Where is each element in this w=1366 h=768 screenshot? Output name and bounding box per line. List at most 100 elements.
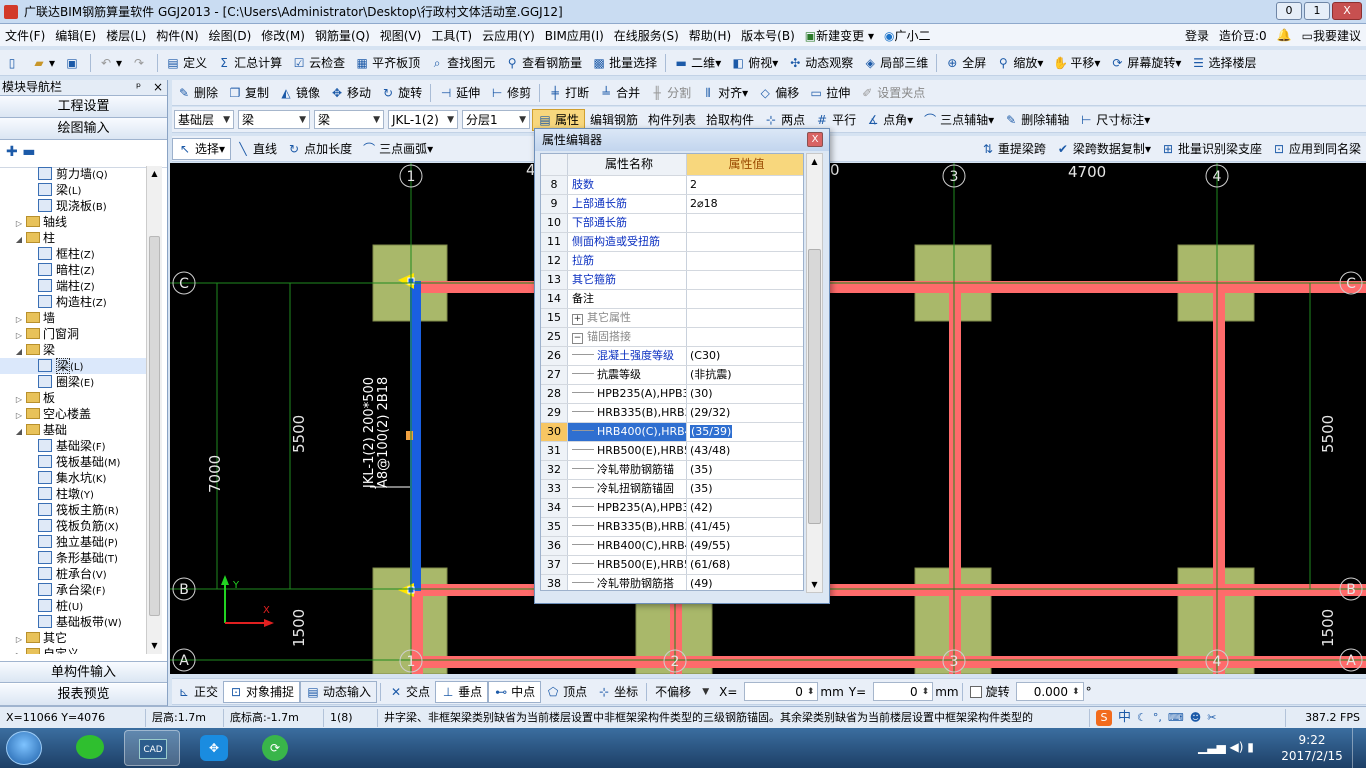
tree-item[interactable]: 筏板基础(M): [0, 454, 146, 470]
align-slab-button[interactable]: ▦ 平齐板顶: [350, 52, 425, 74]
type2-select[interactable]: 梁 ▼: [314, 110, 384, 129]
pan-button[interactable]: ✋ 平移 ▾: [1048, 52, 1105, 74]
minimize-button[interactable]: 0: [1276, 2, 1302, 20]
rotate-button[interactable]: ↻ 旋转: [376, 82, 427, 104]
select-floor-button[interactable]: ☰ 选择楼层: [1186, 52, 1261, 74]
tree-item[interactable]: 剪力墙(Q): [0, 166, 146, 182]
taskbar-browser[interactable]: ⟳: [248, 730, 304, 766]
suggest-link[interactable]: ▭我要建议: [1297, 27, 1366, 44]
tree-item[interactable]: 框柱(Z): [0, 246, 146, 262]
property-row[interactable]: 32 冷轧带肋钢筋锚 (35): [541, 461, 803, 480]
expand-all-icon[interactable]: ✚: [6, 144, 18, 160]
tree-item[interactable]: 梁(L): [0, 358, 146, 374]
offset-button[interactable]: ◇ 偏移: [753, 82, 804, 104]
property-row[interactable]: 35 HRB335(B),HRB3 (41/45): [541, 518, 803, 537]
batch-support-button[interactable]: ⊞ 批量识别梁支座: [1156, 138, 1267, 160]
property-row[interactable]: 33 冷轧扭钢筋锚固 (35): [541, 480, 803, 499]
tree-item[interactable]: ▷ 门窗洞: [0, 326, 146, 342]
property-value[interactable]: [687, 214, 803, 232]
copy-span-data-button[interactable]: ✔ 梁跨数据复制 ▾: [1051, 138, 1156, 160]
floor-select[interactable]: 基础层 ▼: [174, 110, 234, 129]
view-rebar-button[interactable]: ⚲ 查看钢筋量: [500, 52, 587, 74]
property-row[interactable]: 37 HRB500(E),HRB5 (61/68): [541, 556, 803, 575]
property-row[interactable]: 36 HRB400(C),HRB4 (49/55): [541, 537, 803, 556]
property-row[interactable]: 30 HRB400(C),HRB4 (35/39): [541, 423, 803, 442]
ortho-toggle[interactable]: ⊾ 正交: [172, 681, 223, 703]
property-row[interactable]: 13 其它箍筋: [541, 271, 803, 290]
tree-item[interactable]: ▷ 墙: [0, 310, 146, 326]
tree-item[interactable]: 基础梁(F): [0, 438, 146, 454]
tree-item[interactable]: 筏板负筋(X): [0, 518, 146, 534]
property-scrollbar[interactable]: ▲ ▼: [806, 153, 823, 593]
2d-button[interactable]: ▬ 二维 ▾: [669, 52, 726, 74]
tree-item[interactable]: 独立基础(P): [0, 534, 146, 550]
apply-same-name-button[interactable]: ⊡ 应用到同名梁: [1267, 138, 1366, 160]
tree-item[interactable]: ◢ 基础: [0, 422, 146, 438]
close-button[interactable]: X: [1332, 2, 1362, 20]
zoom-button[interactable]: ⚲ 缩放 ▾: [991, 52, 1048, 74]
fullscreen-button[interactable]: ⊕ 全屏: [940, 52, 991, 74]
type1-select[interactable]: 梁 ▼: [238, 110, 310, 129]
property-value[interactable]: (30): [687, 385, 803, 403]
tray-icons[interactable]: ▁▃▅ ◀) ▮: [1198, 740, 1254, 754]
menu-file[interactable]: 文件(F): [0, 27, 50, 44]
property-value[interactable]: (61/68): [687, 556, 803, 574]
re-span-button[interactable]: ⇅ 重提梁跨: [976, 138, 1051, 160]
menu-edit[interactable]: 编辑(E): [50, 27, 101, 44]
tree-item[interactable]: 构造柱(Z): [0, 294, 146, 310]
cloud-check-button[interactable]: ☑ 云检查: [287, 52, 350, 74]
menu-modify[interactable]: 修改(M): [256, 27, 310, 44]
tree-item[interactable]: ▷ 其它: [0, 630, 146, 646]
layer-select[interactable]: 分层1 ▼: [462, 110, 530, 129]
property-row[interactable]: 11 侧面构造或受扭筋: [541, 233, 803, 252]
calc-button[interactable]: Σ 汇总计算: [212, 52, 287, 74]
tree-item[interactable]: 基础板带(W): [0, 614, 146, 630]
select-button[interactable]: ↖ 选择 ▾: [172, 137, 232, 160]
menu-assistant[interactable]: ◉广小二: [879, 27, 936, 44]
menu-version[interactable]: 版本号(B): [736, 27, 800, 44]
bell-icon[interactable]: 🔔: [1272, 28, 1297, 42]
orbit-button[interactable]: ✣ 动态观察: [783, 52, 858, 74]
menu-view[interactable]: 视图(V): [375, 27, 427, 44]
break-button[interactable]: ╪ 打断: [543, 82, 594, 104]
component-select[interactable]: JKL-1(2) ▼: [388, 110, 458, 129]
midpoint-snap[interactable]: ⊷ 中点: [488, 680, 542, 703]
tree-scrollbar[interactable]: ▲ ▼: [146, 166, 162, 654]
tree-item[interactable]: ◢ 梁: [0, 342, 146, 358]
panel-close-icon[interactable]: ×: [153, 80, 163, 95]
collapse-icon[interactable]: −: [572, 333, 583, 344]
menu-cloud[interactable]: 云应用(Y): [477, 27, 540, 44]
login-link[interactable]: 登录: [1180, 27, 1214, 44]
pin-icon[interactable]: ᵖ: [136, 80, 141, 95]
tree-item[interactable]: 条形基础(T): [0, 550, 146, 566]
define-button[interactable]: ▤ 定义: [161, 52, 212, 74]
menu-component[interactable]: 构件(N): [151, 27, 203, 44]
local-3d-button[interactable]: ◈ 局部三维: [858, 52, 933, 74]
nav-report-preview[interactable]: 报表预览: [0, 684, 167, 706]
menu-draw[interactable]: 绘图(D): [204, 27, 257, 44]
clock[interactable]: 9:22 2017/2/15: [1280, 732, 1344, 764]
menu-floor[interactable]: 楼层(L): [101, 27, 151, 44]
expand-icon[interactable]: +: [572, 314, 583, 325]
taskbar-ggj-app[interactable]: CAD: [124, 730, 180, 766]
property-row[interactable]: 12 拉筋: [541, 252, 803, 271]
top-view-button[interactable]: ◧ 俯视 ▾: [726, 52, 783, 74]
property-row[interactable]: 27 抗震等级 (非抗震): [541, 366, 803, 385]
property-value[interactable]: (42): [687, 499, 803, 517]
expander-icon[interactable]: ▷: [14, 648, 24, 654]
property-row[interactable]: 38 冷轧带肋钢筋搭 (49): [541, 575, 803, 590]
property-value[interactable]: (49): [687, 575, 803, 590]
split-button[interactable]: ╫ 分割: [645, 82, 696, 104]
property-row[interactable]: 28 HPB235(A),HPB3 (30): [541, 385, 803, 404]
dialog-title[interactable]: 属性编辑器: [535, 129, 829, 151]
menu-help[interactable]: 帮助(H): [684, 27, 736, 44]
tree-item[interactable]: ▷ 自定义: [0, 646, 146, 654]
dynamic-input-toggle[interactable]: ▤ 动态输入: [300, 680, 378, 703]
property-value[interactable]: [687, 328, 803, 346]
line-button[interactable]: ╲ 直线: [231, 138, 282, 160]
property-value[interactable]: (非抗震): [687, 366, 803, 384]
property-value[interactable]: [687, 309, 803, 327]
nav-project-settings[interactable]: 工程设置: [0, 96, 167, 118]
save-button[interactable]: ▣: [60, 52, 87, 74]
coordinate-snap[interactable]: ⊹ 坐标: [592, 681, 643, 703]
